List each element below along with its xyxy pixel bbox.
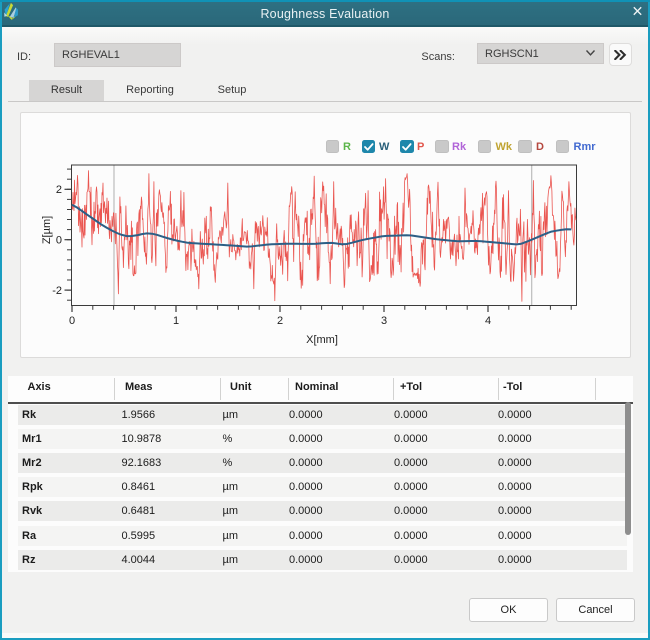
svg-text:1: 1 xyxy=(173,315,179,327)
svg-text:2: 2 xyxy=(277,315,283,327)
svg-text:4: 4 xyxy=(485,315,491,327)
svg-text:0: 0 xyxy=(56,235,62,247)
svg-text:3: 3 xyxy=(381,315,387,327)
svg-text:-2: -2 xyxy=(52,285,62,297)
svg-text:0: 0 xyxy=(69,315,75,327)
svg-text:X[mm]: X[mm] xyxy=(306,334,338,346)
svg-text:Z[µm]: Z[µm] xyxy=(41,216,53,244)
svg-text:2: 2 xyxy=(56,184,62,196)
